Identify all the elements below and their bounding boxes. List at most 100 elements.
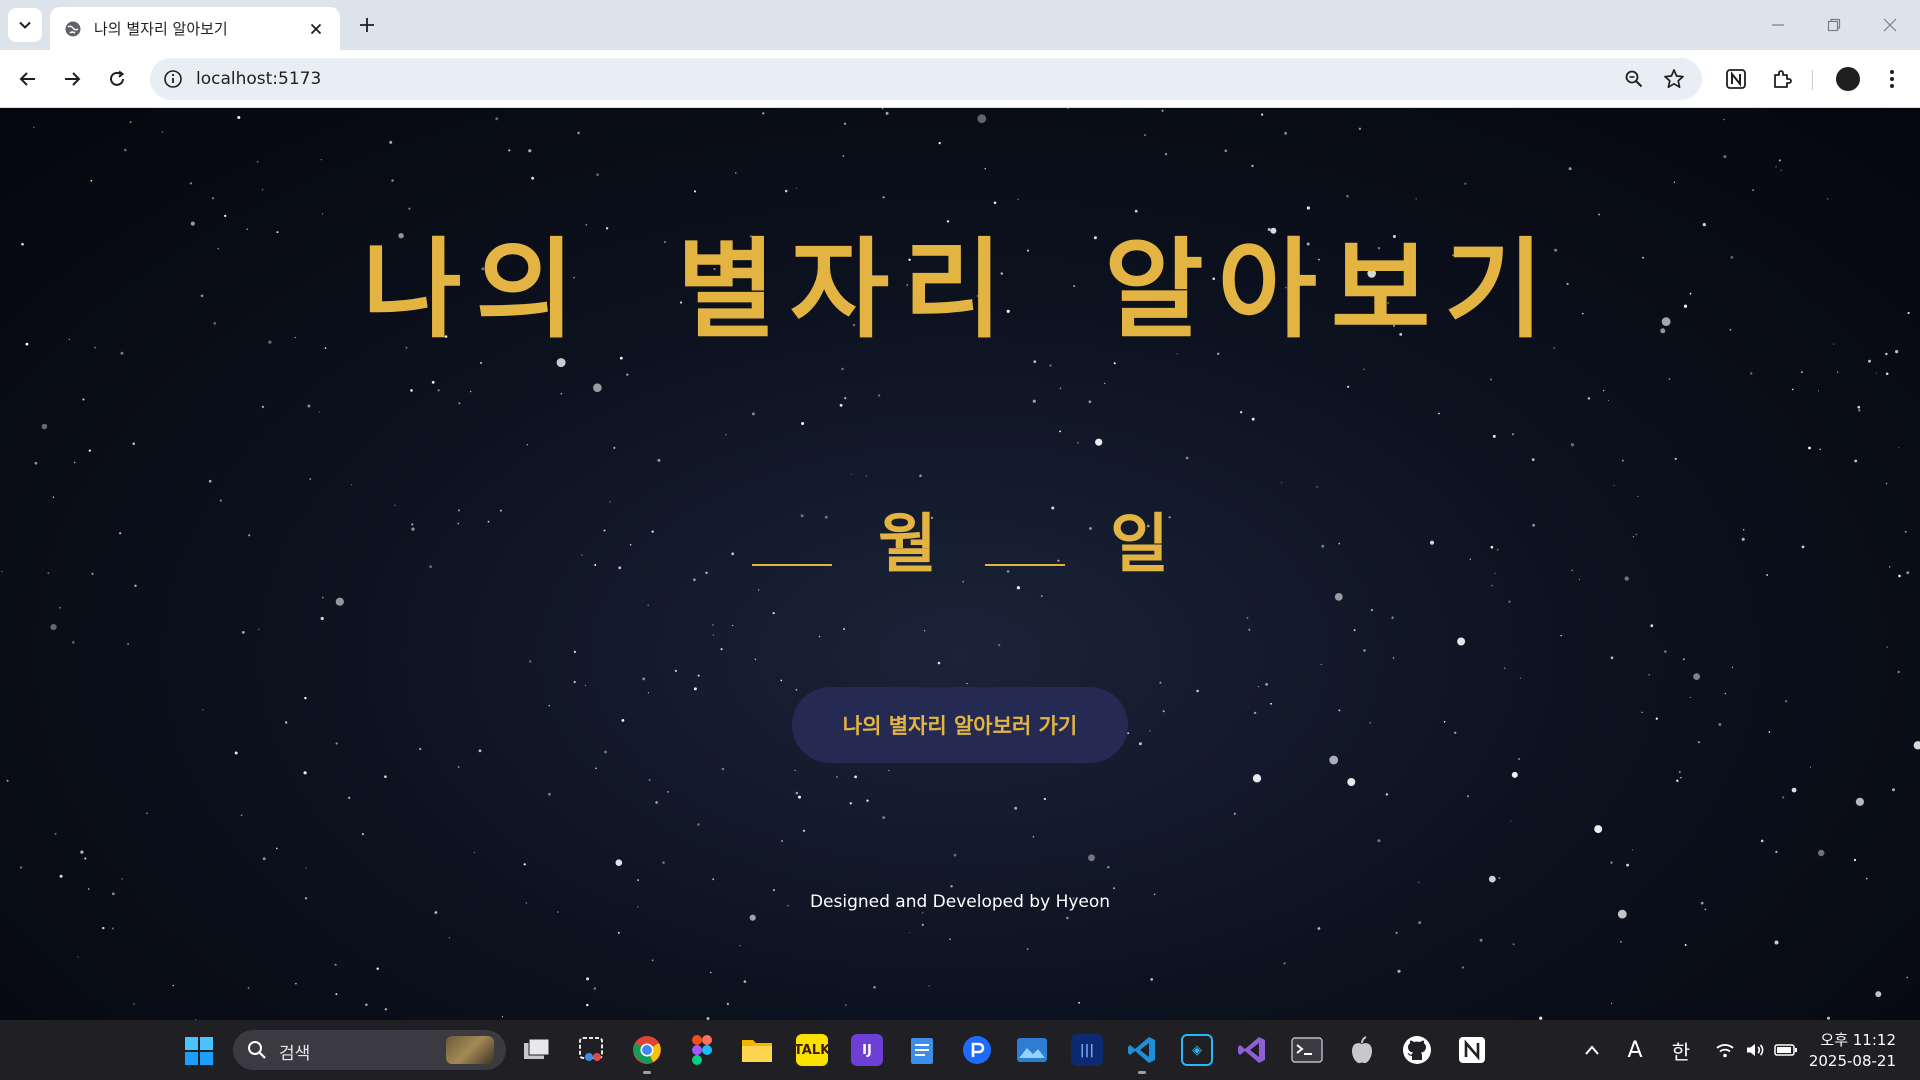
task-view-icon[interactable] bbox=[521, 1034, 553, 1066]
terminal-icon[interactable] bbox=[1291, 1034, 1323, 1066]
extensions-puzzle-icon[interactable] bbox=[1768, 65, 1796, 93]
star bbox=[657, 458, 661, 462]
star bbox=[593, 383, 602, 393]
star bbox=[642, 677, 646, 681]
app-icon-ll[interactable]: ||| bbox=[1071, 1034, 1103, 1066]
star bbox=[584, 684, 587, 686]
star bbox=[508, 149, 511, 152]
kakaotalk-icon[interactable]: TALK bbox=[794, 1034, 830, 1066]
star bbox=[712, 878, 715, 881]
star bbox=[651, 959, 654, 962]
bookmark-star-icon[interactable] bbox=[1662, 67, 1686, 91]
browser-tab-active[interactable]: 나의 별자리 알아보기 bbox=[50, 7, 340, 50]
input-mode-a[interactable]: A bbox=[1620, 1036, 1650, 1064]
month-input[interactable] bbox=[752, 564, 832, 566]
star bbox=[1858, 409, 1861, 412]
star bbox=[1489, 378, 1493, 381]
star bbox=[1257, 686, 1260, 688]
site-info-icon[interactable] bbox=[162, 68, 184, 90]
app-icon-cube[interactable]: ◈ bbox=[1181, 1034, 1213, 1066]
star bbox=[1377, 839, 1381, 843]
taskbar-search[interactable]: 검색 bbox=[233, 1030, 506, 1070]
star bbox=[124, 148, 127, 152]
minimize-icon bbox=[1772, 24, 1784, 26]
new-tab-button[interactable] bbox=[352, 10, 382, 40]
star bbox=[376, 967, 379, 970]
clock-date[interactable]: 2025-08-21 bbox=[1809, 1052, 1896, 1070]
apple-icon[interactable] bbox=[1346, 1034, 1378, 1066]
star bbox=[877, 394, 881, 397]
star bbox=[1251, 417, 1255, 421]
more-menu-icon[interactable] bbox=[1878, 65, 1906, 93]
star bbox=[1608, 400, 1609, 402]
profile-avatar[interactable] bbox=[1834, 65, 1862, 93]
star bbox=[949, 938, 951, 941]
star bbox=[1144, 134, 1146, 137]
tray-overflow-chevron-icon[interactable] bbox=[1580, 1036, 1604, 1064]
star bbox=[1395, 931, 1398, 934]
star bbox=[1347, 385, 1350, 388]
volume-icon[interactable] bbox=[1744, 1036, 1766, 1064]
battery-icon[interactable] bbox=[1774, 1036, 1798, 1064]
notion-extension-icon[interactable] bbox=[1722, 65, 1750, 93]
wifi-icon[interactable] bbox=[1714, 1036, 1736, 1064]
star bbox=[1784, 700, 1788, 703]
star bbox=[1461, 966, 1464, 969]
address-bar[interactable]: localhost:5173 bbox=[150, 58, 1702, 100]
star bbox=[735, 172, 737, 174]
star bbox=[132, 442, 135, 446]
star bbox=[609, 501, 611, 503]
forward-button[interactable] bbox=[56, 63, 88, 95]
minimize-window-button[interactable] bbox=[1756, 8, 1800, 42]
star bbox=[1161, 109, 1164, 112]
star bbox=[842, 155, 845, 157]
restore-window-button[interactable] bbox=[1812, 8, 1856, 42]
zoom-icon[interactable] bbox=[1622, 67, 1646, 91]
find-constellation-button[interactable]: 나의 별자리 알아보러 가기 bbox=[792, 687, 1128, 763]
star bbox=[1438, 412, 1440, 415]
star bbox=[82, 398, 85, 401]
star bbox=[865, 475, 868, 477]
star bbox=[824, 515, 828, 519]
chrome-icon[interactable] bbox=[631, 1034, 663, 1066]
back-button[interactable] bbox=[12, 63, 44, 95]
photos-icon[interactable] bbox=[1016, 1034, 1048, 1066]
reload-button[interactable] bbox=[101, 63, 133, 95]
star bbox=[1508, 600, 1511, 603]
star bbox=[1876, 372, 1877, 374]
star bbox=[705, 571, 708, 574]
notepad-icon[interactable] bbox=[906, 1034, 938, 1066]
star bbox=[161, 131, 164, 133]
tab-search-button[interactable] bbox=[8, 8, 42, 42]
day-input[interactable] bbox=[985, 564, 1065, 566]
star bbox=[1571, 569, 1573, 571]
star bbox=[256, 160, 259, 163]
star bbox=[841, 367, 844, 371]
star bbox=[384, 1008, 388, 1011]
notion-icon[interactable] bbox=[1456, 1034, 1488, 1066]
clock-time[interactable]: 오후 11:12 bbox=[1820, 1029, 1896, 1050]
snipping-tool-icon[interactable] bbox=[576, 1034, 608, 1066]
input-mode-korean[interactable]: 한 bbox=[1666, 1036, 1696, 1064]
url-text[interactable]: localhost:5173 bbox=[196, 69, 321, 89]
star bbox=[1886, 646, 1888, 648]
figma-icon[interactable] bbox=[686, 1034, 718, 1066]
file-explorer-icon[interactable] bbox=[741, 1034, 773, 1066]
vscode-icon[interactable] bbox=[1126, 1034, 1158, 1066]
close-window-button[interactable] bbox=[1868, 8, 1912, 42]
intellij-icon[interactable]: IJ bbox=[851, 1034, 883, 1066]
visual-studio-icon[interactable] bbox=[1236, 1034, 1268, 1066]
star bbox=[626, 373, 629, 376]
star bbox=[984, 168, 986, 170]
star bbox=[321, 596, 324, 599]
close-tab-icon[interactable] bbox=[306, 19, 326, 39]
github-icon[interactable] bbox=[1401, 1034, 1433, 1066]
start-button[interactable] bbox=[184, 1036, 214, 1066]
star bbox=[1107, 866, 1110, 869]
star bbox=[1752, 189, 1755, 192]
star bbox=[651, 530, 654, 533]
star bbox=[667, 791, 669, 793]
star bbox=[743, 980, 747, 983]
star bbox=[305, 867, 307, 869]
papago-icon[interactable] bbox=[961, 1034, 993, 1066]
